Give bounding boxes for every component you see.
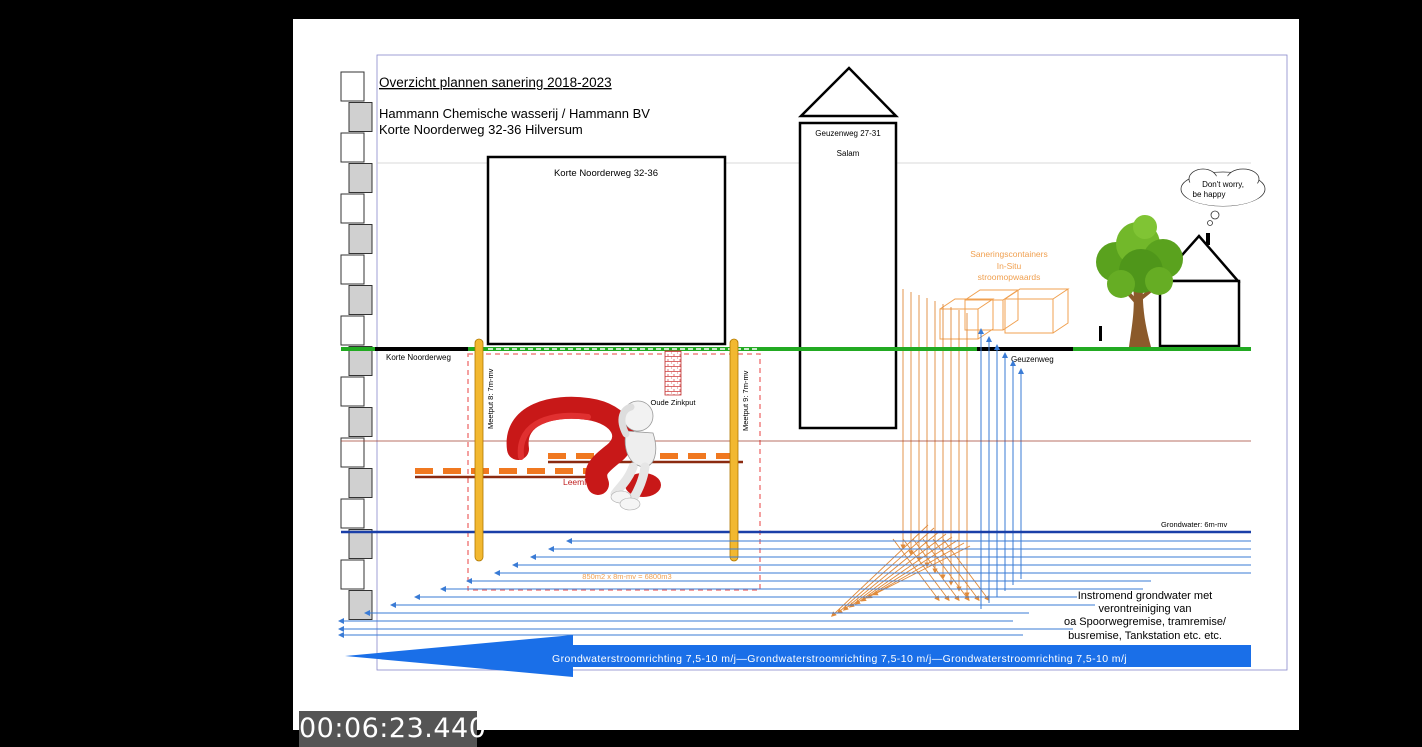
slide: Overzicht plannen sanering 2018-2023 Ham…	[293, 19, 1299, 730]
wall-block	[348, 407, 373, 437]
wall-block	[348, 529, 373, 559]
wall-block	[340, 71, 365, 102]
address: Korte Noorderweg 32-36 Hilversum	[379, 122, 583, 137]
containers-label-3: stroomopwaards	[978, 272, 1041, 282]
wall-block	[340, 498, 365, 529]
wall-blocks	[340, 71, 373, 620]
inflow-line-2: verontreiniging van	[1099, 603, 1192, 615]
wall-block	[348, 224, 373, 254]
well-9	[729, 338, 739, 562]
wall-block	[340, 193, 365, 224]
well-8-label: Meetput 8: 7m-mv	[486, 368, 495, 429]
tower-building	[798, 121, 898, 430]
thought-line-2: be happy	[1193, 190, 1226, 199]
wall-block	[348, 102, 373, 132]
thought-line-1: Don't worry,	[1202, 180, 1244, 189]
tower-sublabel: Salam	[837, 149, 860, 158]
containers-label-2: In-Situ	[997, 261, 1022, 271]
tower-label: Geuzenweg 27-31	[815, 129, 881, 138]
building-main-label: Korte Noorderweg 32-36	[554, 168, 658, 179]
groundwater-label: Grondwater: 6m-mv	[1161, 520, 1228, 529]
video-timestamp: 00:06:23.440	[299, 711, 486, 747]
wall-block	[348, 163, 373, 193]
wall-block	[348, 590, 373, 620]
inflow-line-4: busremise, Tankstation etc. etc.	[1068, 630, 1222, 642]
wall-block	[340, 437, 365, 468]
zinc-pit	[664, 350, 682, 396]
tower-roof	[797, 66, 899, 118]
volume-note: 850m2 x 8m-mv = 6800m3	[582, 572, 671, 581]
inflow-line-3: oa Spoorwegremise, tramremise/	[1064, 616, 1227, 628]
injection-diagonal	[831, 524, 929, 617]
wall-block	[348, 468, 373, 498]
wall-block	[340, 254, 365, 285]
building-main	[486, 155, 727, 346]
injection-diagonal	[902, 538, 950, 602]
injection-diagonal	[848, 533, 947, 608]
well-8	[474, 338, 484, 562]
page-title: Overzicht plannen sanering 2018-2023	[379, 75, 612, 90]
wall-block	[340, 376, 365, 407]
containers-label-1: Saneringscontainers	[970, 249, 1048, 259]
thought-cloud: Don't worry, be happy	[1180, 168, 1266, 226]
wall-block	[340, 559, 365, 590]
street-left-label: Korte Noorderweg	[386, 353, 451, 362]
wall-block	[340, 132, 365, 163]
zinc-pit-label: Oude Zinkput	[650, 398, 696, 407]
street-right-label: Geuzenweg	[1011, 355, 1054, 364]
wall-block	[340, 315, 365, 346]
company-name: Hammann Chemische wasserij / Hammann BV	[379, 106, 650, 121]
wall-block	[348, 285, 373, 315]
clay-layers	[415, 453, 743, 479]
well-9-label: Meetput 9: 7m-mv	[741, 370, 750, 431]
inflow-line-1: Instromend grondwater met	[1078, 590, 1213, 602]
contamination-diagram: Overzicht plannen sanering 2018-2023 Ham…	[338, 54, 1288, 677]
blue-vertical-arrows	[978, 328, 1024, 609]
flow-direction-label: Grondwaterstroomrichting 7,5-10 m/j—Gron…	[552, 653, 1127, 665]
